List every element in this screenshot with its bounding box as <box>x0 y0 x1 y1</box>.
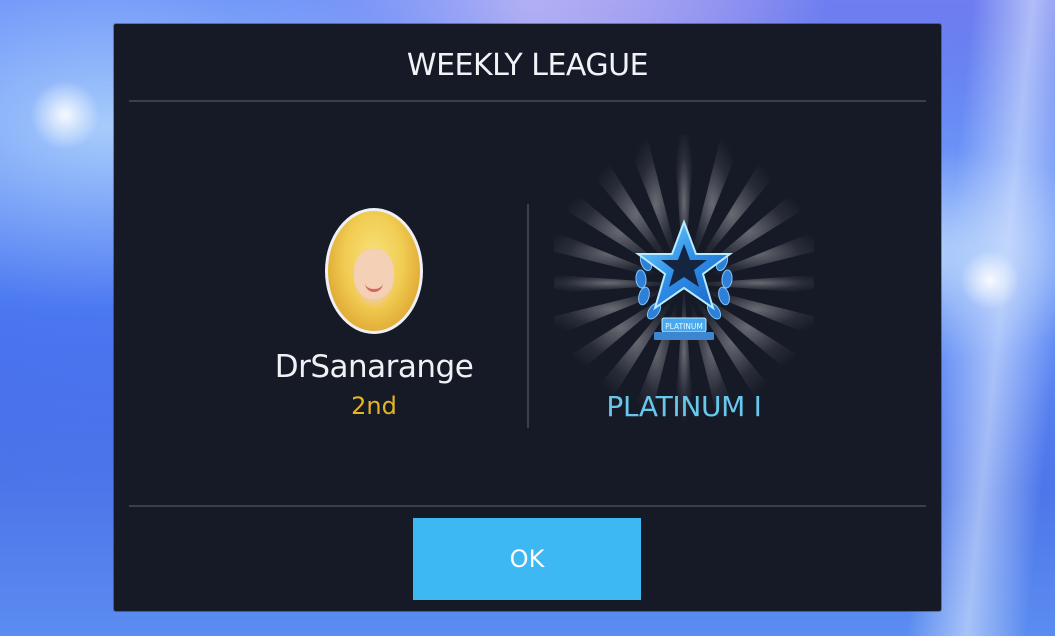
background-glow <box>960 250 1020 310</box>
weekly-league-dialog: WEEKLY LEAGUE DrSanarange 2nd PLATINUM P… <box>114 24 941 611</box>
player-panel: DrSanarange 2nd <box>264 204 484 434</box>
ok-button[interactable]: OK <box>413 518 641 600</box>
player-avatar[interactable] <box>325 208 423 334</box>
title-divider <box>129 100 926 102</box>
dialog-title: WEEKLY LEAGUE <box>406 48 649 83</box>
star-trophy-icon: PLATINUM <box>634 219 734 340</box>
league-tier: PLATINUM I <box>606 390 762 423</box>
footer-divider <box>129 505 926 507</box>
panel-separator <box>527 204 529 428</box>
player-name: DrSanarange <box>274 349 474 385</box>
league-panel: PLATINUM PLATINUM I <box>554 134 814 454</box>
platinum-badge-text: PLATINUM <box>665 322 703 331</box>
background-glow <box>30 80 100 150</box>
player-rank: 2nd <box>351 392 397 420</box>
